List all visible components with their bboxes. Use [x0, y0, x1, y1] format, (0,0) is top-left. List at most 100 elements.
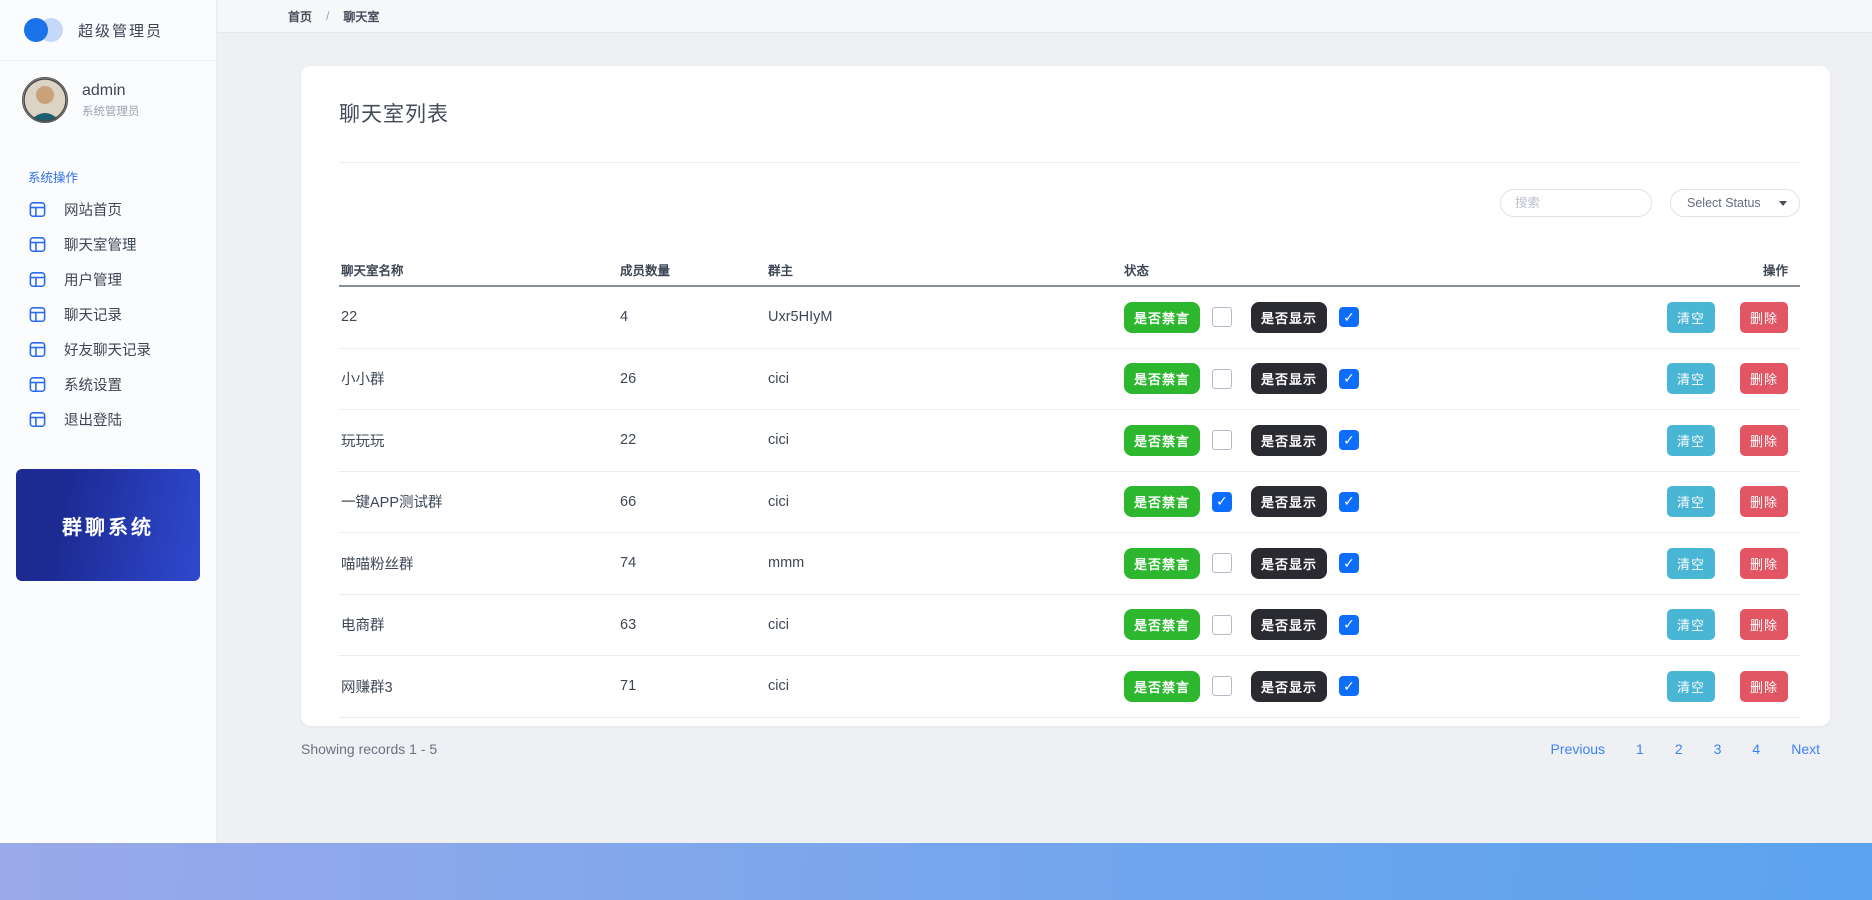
pagination-previous[interactable]: Previous	[1551, 741, 1605, 757]
group-owner: mmm	[768, 555, 1124, 571]
clear-button[interactable]: 清空	[1667, 671, 1715, 702]
table-row: 22 4 Uxr5HIyM 是否禁言 是否显示 ✓ 清空 删除	[339, 287, 1800, 349]
table-controls: Select Status	[339, 189, 1800, 217]
status-select[interactable]: Select Status	[1670, 189, 1800, 217]
status-cell: 是否禁言 是否显示 ✓	[1124, 302, 1640, 333]
brand-logo-icon	[24, 17, 64, 43]
mute-checkbox[interactable]	[1212, 553, 1232, 573]
mute-checkbox[interactable]: ✓	[1212, 492, 1232, 512]
chatroom-name: 网赚群3	[339, 676, 620, 697]
status-cell: 是否禁言 是否显示 ✓	[1124, 671, 1640, 702]
mute-checkbox[interactable]	[1212, 615, 1232, 635]
breadcrumb-current: 聊天室	[343, 8, 379, 25]
actions-cell: 清空 删除	[1640, 486, 1800, 517]
brand-box: 群聊系统	[16, 469, 200, 581]
mute-badge: 是否禁言	[1124, 425, 1200, 456]
window-icon	[28, 340, 47, 359]
table-row: 玩玩玩 22 cici 是否禁言 是否显示 ✓ 清空 删除	[339, 410, 1800, 472]
group-owner: cici	[768, 678, 1124, 694]
pagination: Previous 1 2 3 4 Next	[1551, 741, 1820, 757]
delete-button[interactable]: 删除	[1740, 363, 1788, 394]
delete-button[interactable]: 删除	[1740, 548, 1788, 579]
pagination-page-1[interactable]: 1	[1636, 741, 1644, 757]
show-badge: 是否显示	[1251, 363, 1327, 394]
sidebar-item-label: 好友聊天记录	[64, 339, 151, 360]
member-count: 26	[620, 371, 768, 387]
search-input[interactable]	[1500, 189, 1652, 217]
actions-cell: 清空 删除	[1640, 548, 1800, 579]
show-checkbox[interactable]: ✓	[1339, 553, 1359, 573]
sidebar-item-system-settings[interactable]: 系统设置	[28, 367, 216, 402]
table-footer: Showing records 1 - 5 Previous 1 2 3 4 N…	[301, 726, 1820, 771]
sidebar-item-label: 用户管理	[64, 269, 122, 290]
sidebar-item-friend-chat-records[interactable]: 好友聊天记录	[28, 332, 216, 367]
sidebar-item-chat-records[interactable]: 聊天记录	[28, 297, 216, 332]
group-owner: cici	[768, 432, 1124, 448]
clear-button[interactable]: 清空	[1667, 548, 1715, 579]
page-title: 聊天室列表	[339, 66, 1800, 128]
footer-gradient-band	[0, 843, 1872, 900]
sidebar-item-home[interactable]: 网站首页	[28, 192, 216, 227]
header-status: 状态	[1124, 260, 1640, 279]
pagination-page-4[interactable]: 4	[1752, 741, 1760, 757]
pagination-next[interactable]: Next	[1791, 741, 1820, 757]
mute-checkbox[interactable]	[1212, 676, 1232, 696]
chatroom-name: 22	[339, 309, 620, 325]
window-icon	[28, 235, 47, 254]
member-count: 71	[620, 678, 768, 694]
delete-button[interactable]: 删除	[1740, 425, 1788, 456]
group-owner: cici	[768, 617, 1124, 633]
sidebar-item-chatroom-manage[interactable]: 聊天室管理	[28, 227, 216, 262]
status-select-value: Select Status	[1687, 196, 1761, 210]
table-row: 电商群 63 cici 是否禁言 是否显示 ✓ 清空 删除	[339, 595, 1800, 657]
brand-name: 超级管理员	[78, 20, 163, 41]
status-cell: 是否禁言 是否显示 ✓	[1124, 609, 1640, 640]
show-checkbox[interactable]: ✓	[1339, 307, 1359, 327]
show-checkbox[interactable]: ✓	[1339, 369, 1359, 389]
clear-button[interactable]: 清空	[1667, 609, 1715, 640]
clear-button[interactable]: 清空	[1667, 363, 1715, 394]
sidebar-item-label: 网站首页	[64, 199, 122, 220]
show-checkbox[interactable]: ✓	[1339, 676, 1359, 696]
mute-checkbox[interactable]	[1212, 307, 1232, 327]
show-checkbox[interactable]: ✓	[1339, 615, 1359, 635]
sidebar-item-label: 聊天室管理	[64, 234, 137, 255]
show-badge: 是否显示	[1251, 486, 1327, 517]
showing-records-text: Showing records 1 - 5	[301, 741, 437, 757]
user-row: admin 系统管理员	[0, 61, 216, 139]
chatroom-name: 玩玩玩	[339, 430, 620, 451]
table-body: 22 4 Uxr5HIyM 是否禁言 是否显示 ✓ 清空 删除 小小群 26 c…	[339, 287, 1800, 718]
sidebar: 超级管理员 admin 系统管理员 系统操作 网站首页	[0, 0, 217, 900]
table-row: 小小群 26 cici 是否禁言 是否显示 ✓ 清空 删除	[339, 349, 1800, 411]
group-owner: Uxr5HIyM	[768, 309, 1124, 325]
window-icon	[28, 305, 47, 324]
delete-button[interactable]: 删除	[1740, 609, 1788, 640]
clear-button[interactable]: 清空	[1667, 486, 1715, 517]
delete-button[interactable]: 删除	[1740, 671, 1788, 702]
sidebar-item-user-manage[interactable]: 用户管理	[28, 262, 216, 297]
chevron-down-icon	[1779, 201, 1787, 206]
show-checkbox[interactable]: ✓	[1339, 492, 1359, 512]
clear-button[interactable]: 清空	[1667, 425, 1715, 456]
chatroom-name: 电商群	[339, 614, 620, 635]
show-checkbox[interactable]: ✓	[1339, 430, 1359, 450]
breadcrumb-home[interactable]: 首页	[288, 8, 312, 25]
actions-cell: 清空 删除	[1640, 671, 1800, 702]
window-icon	[28, 375, 47, 394]
show-badge: 是否显示	[1251, 671, 1327, 702]
mute-checkbox[interactable]	[1212, 430, 1232, 450]
delete-button[interactable]: 删除	[1740, 302, 1788, 333]
mute-checkbox[interactable]	[1212, 369, 1232, 389]
clear-button[interactable]: 清空	[1667, 302, 1715, 333]
chatroom-name: 喵喵粉丝群	[339, 553, 620, 574]
header-actions: 操作	[1640, 260, 1800, 279]
show-badge: 是否显示	[1251, 425, 1327, 456]
table-row: 网赚群3 71 cici 是否禁言 是否显示 ✓ 清空 删除	[339, 656, 1800, 718]
delete-button[interactable]: 删除	[1740, 486, 1788, 517]
pagination-page-2[interactable]: 2	[1675, 741, 1683, 757]
header-members: 成员数量	[620, 260, 768, 279]
pagination-page-3[interactable]: 3	[1714, 741, 1722, 757]
sidebar-item-logout[interactable]: 退出登陆	[28, 402, 216, 437]
sidebar-section-label: 系统操作	[28, 167, 216, 186]
member-count: 74	[620, 555, 768, 571]
